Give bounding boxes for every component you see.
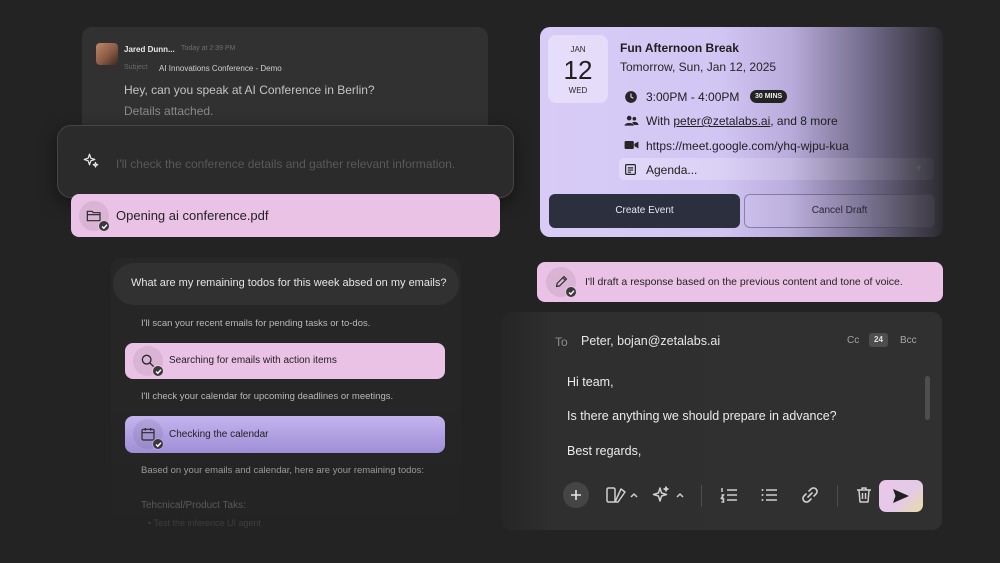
compose-body-line[interactable]: Best regards, (567, 444, 641, 458)
opening-file-step[interactable]: Opening ai conference.pdf (71, 194, 500, 237)
pencil-icon (546, 267, 577, 298)
search-step-label: Searching for emails with action items (169, 355, 337, 366)
email-body-line: Details attached. (124, 104, 214, 118)
to-label: To (555, 335, 568, 349)
video-camera-icon (624, 139, 639, 151)
draft-response-step[interactable]: I'll draft a response based on the previ… (537, 262, 943, 302)
user-message-text: What are my remaining todos for this wee… (131, 277, 447, 289)
sender-avatar (96, 43, 118, 65)
compose-body-line[interactable]: Hi team, (567, 375, 614, 389)
create-event-button[interactable]: Create Event (549, 194, 740, 228)
subject-value: AI Innovations Conference - Demo (159, 64, 282, 73)
clock-icon (624, 90, 638, 104)
cancel-draft-button[interactable]: Cancel Draft (744, 194, 935, 228)
scrollbar[interactable] (925, 376, 930, 420)
calendar-step-label: Checking the calendar (169, 429, 269, 440)
search-emails-step[interactable]: Searching for emails with action items (125, 343, 445, 379)
todo-item: • Test the inference UI agent (148, 518, 262, 528)
bcc-button[interactable]: Bcc (900, 335, 917, 346)
folder-icon (79, 201, 110, 232)
draft-step-label: I'll draft a response based on the previ… (585, 276, 903, 288)
chevron-down-icon[interactable]: ▼ (914, 163, 923, 173)
event-attendees: With peter@zetalabs.ai, and 8 more (646, 114, 838, 128)
subject-label: Subject (124, 64, 148, 71)
check-icon (152, 438, 164, 450)
ai-sparkle-icon[interactable] (651, 486, 687, 504)
numbered-list-icon[interactable] (720, 486, 738, 504)
ai-response-line: Based on your emails and calendar, here … (141, 465, 425, 476)
calendar-event-card: JAN 12 WED Fun Afternoon Break Tomorrow,… (540, 27, 943, 237)
event-date-badge: JAN 12 WED (548, 35, 608, 103)
people-icon (624, 114, 639, 128)
attendee-link[interactable]: peter@zetalabs.ai (673, 114, 770, 128)
ai-thinking-card: I'll check the conference details and ga… (57, 125, 514, 198)
todo-section-heading: Tehcnical/Product Taks: (141, 500, 246, 511)
add-button[interactable] (563, 482, 589, 508)
event-month: JAN (570, 45, 586, 54)
sender-name: Jared Dunn... (124, 45, 175, 54)
event-weekday: WED (568, 86, 588, 95)
send-button[interactable] (879, 480, 923, 512)
ai-response-line: I'll scan your recent emails for pending… (141, 318, 371, 329)
ai-response-line: I'll check your calendar for upcoming de… (141, 391, 394, 402)
checking-calendar-step[interactable]: Checking the calendar (125, 416, 445, 453)
event-title: Fun Afternoon Break (620, 41, 739, 55)
opening-file-label: Opening ai conference.pdf (116, 208, 269, 223)
email-timestamp: Today at 2:39 PM (181, 45, 236, 52)
toolbar-divider (701, 485, 702, 507)
link-icon[interactable] (800, 486, 820, 504)
attendees-prefix: With (646, 114, 674, 128)
cc-button[interactable]: Cc (847, 335, 859, 346)
recipients-field[interactable]: Peter, bojan@zetalabs.ai (581, 334, 720, 348)
compose-body-line[interactable]: Is there anything we should prepare in a… (567, 409, 837, 423)
cc-count-badge: 24 (869, 333, 888, 347)
meeting-link[interactable]: https://meet.google.com/yhq-wjpu-kua (646, 139, 849, 153)
event-date: Tomorrow, Sun, Jan 12, 2025 (620, 60, 777, 74)
event-time: 3:00PM - 4:00PM (646, 90, 740, 104)
email-preview-card[interactable]: Jared Dunn... Today at 2:39 PM Subject A… (82, 27, 488, 135)
toolbar-divider (837, 485, 838, 507)
search-icon (133, 346, 164, 377)
event-day: 12 (563, 55, 593, 85)
email-compose-card: To Peter, bojan@zetalabs.ai Cc 24 Bcc Hi… (502, 312, 942, 530)
check-icon (565, 286, 577, 298)
ai-thinking-text: I'll check the conference details and ga… (116, 157, 456, 171)
check-icon (98, 220, 110, 232)
attendees-suffix: , and 8 more (770, 114, 838, 128)
user-message-bubble: What are my remaining todos for this wee… (113, 263, 459, 305)
email-body-line: Hey, can you speak at AI Conference in B… (124, 83, 375, 97)
list-icon (624, 163, 637, 176)
trash-icon[interactable] (855, 486, 873, 504)
bullet-list-icon[interactable] (760, 486, 778, 504)
shapes-icon[interactable] (606, 486, 640, 504)
calendar-icon (133, 419, 164, 450)
duration-badge: 30 MINS (750, 90, 788, 103)
agenda-placeholder: Agenda... (646, 163, 698, 177)
sparkle-icon (82, 152, 100, 170)
check-icon (152, 365, 164, 377)
